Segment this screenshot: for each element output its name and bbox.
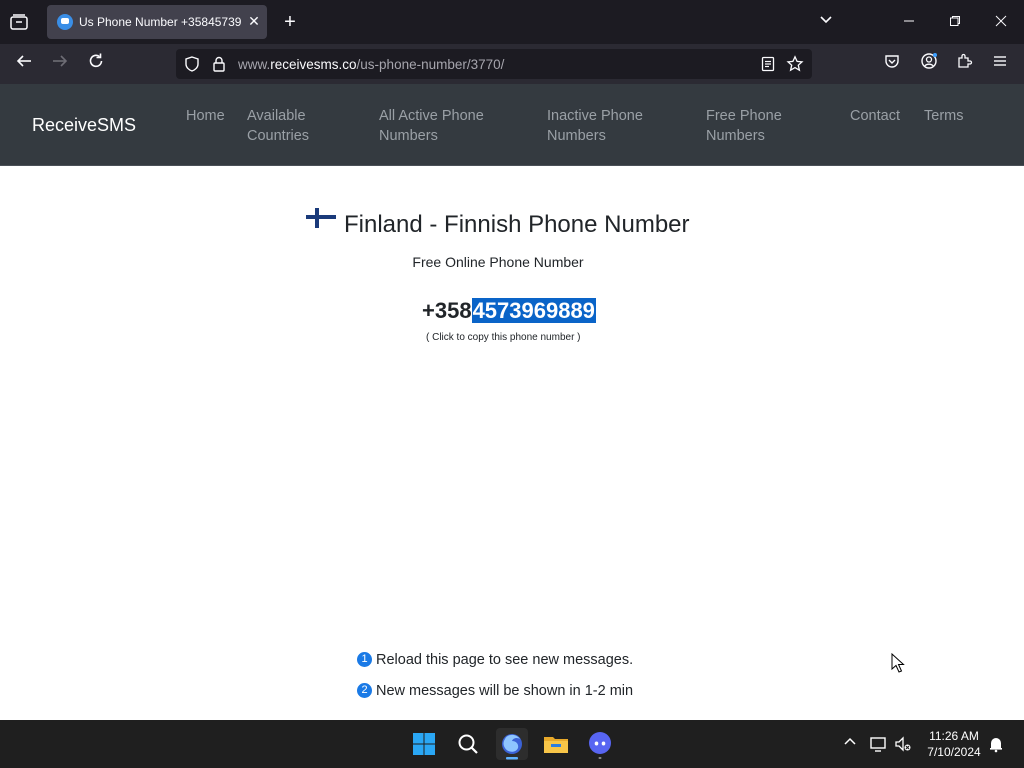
volume-muted-icon[interactable]	[893, 734, 913, 754]
browser-tab-active[interactable]: Us Phone Number +3584573969 ✕	[47, 5, 267, 39]
minimize-icon[interactable]	[897, 10, 921, 34]
bookmark-star-icon[interactable]	[786, 55, 804, 73]
notice-number-badge: 1	[357, 652, 372, 667]
nav-link-label: Countries	[247, 128, 310, 144]
pocket-icon[interactable]	[880, 52, 904, 76]
phone-number-selected: 4573969889	[471, 298, 596, 323]
tab-title: Us Phone Number +3584573969	[79, 15, 241, 29]
notice-text: New messages will be shown in 1-2 min	[376, 683, 634, 699]
notification-bell-icon[interactable]	[986, 734, 1006, 754]
windows-start-icon[interactable]	[408, 728, 440, 760]
discord-icon[interactable]	[584, 728, 616, 760]
extensions-icon[interactable]	[953, 52, 977, 76]
site-brand-link[interactable]: ReceiveSMS	[32, 115, 136, 136]
lock-icon[interactable]	[210, 55, 228, 73]
firefox-icon[interactable]	[496, 728, 528, 760]
phone-country-code: +358	[422, 298, 472, 323]
account-icon[interactable]	[917, 52, 941, 76]
browser-tab-strip: Us Phone Number +3584573969 ✕ +	[0, 0, 1024, 44]
tab-close-icon[interactable]: ✕	[245, 12, 263, 30]
url-path: /us-phone-number/3770/	[356, 57, 505, 72]
close-window-icon[interactable]	[989, 10, 1013, 34]
tab-list-icon[interactable]	[9, 12, 29, 32]
clock-date: 7/10/2024	[927, 745, 981, 759]
reload-icon[interactable]	[84, 52, 108, 76]
nav-link-label: Numbers	[706, 128, 765, 144]
tracking-protection-shield-icon[interactable]	[183, 55, 201, 73]
nav-link-label: Numbers	[547, 128, 606, 144]
notice-item: 2 New messages will be shown in 1-2 min	[357, 683, 633, 699]
nav-link-contact[interactable]: Contact	[850, 106, 900, 126]
nav-link-label: Home	[186, 108, 225, 124]
nav-link-label: Terms	[924, 108, 964, 124]
windows-taskbar: 11:26 AM 7/10/2024	[0, 720, 1024, 768]
nav-link-all-active-phone-numbers[interactable]: All Active Phone Numbers	[379, 106, 484, 146]
search-icon[interactable]	[452, 728, 484, 760]
nav-link-label: Available	[247, 108, 306, 124]
nav-link-terms[interactable]: Terms	[924, 106, 963, 126]
url-host: www.receivesms.co	[238, 57, 357, 72]
nav-link-inactive-phone-numbers[interactable]: Inactive Phone Numbers	[547, 106, 643, 146]
nav-link-label: Free Phone	[706, 108, 782, 124]
page-title: Finland - Finnish Phone Number	[344, 211, 690, 238]
back-arrow-icon[interactable]	[12, 52, 36, 76]
new-tab-button[interactable]: +	[279, 11, 301, 33]
mouse-cursor-icon	[891, 652, 905, 673]
nav-link-free-phone-numbers[interactable]: Free Phone Numbers	[706, 106, 782, 146]
nav-link-label: Numbers	[379, 128, 438, 144]
url-text: www.receivesms.co/us-phone-number/3770/	[238, 57, 504, 72]
clock-time: 11:26 AM	[929, 729, 979, 743]
address-bar[interactable]: www.receivesms.co/us-phone-number/3770/	[176, 49, 812, 79]
hamburger-menu-icon[interactable]	[988, 52, 1012, 76]
forward-arrow-icon[interactable]	[48, 52, 72, 76]
web-page: ReceiveSMS Home Available Countries All A…	[0, 84, 1024, 720]
tray-chevron-up-icon[interactable]	[840, 734, 860, 754]
nav-link-available-countries[interactable]: Available Countries	[247, 106, 309, 146]
taskbar-clock[interactable]: 11:26 AM 7/10/2024	[922, 728, 986, 760]
notice-number-badge: 2	[357, 683, 372, 698]
notice-text: Reload this page to see new messages.	[376, 652, 634, 668]
list-all-tabs-chevron-icon[interactable]	[814, 10, 838, 34]
browser-navigation-bar: www.receivesms.co/us-phone-number/3770/	[0, 44, 1024, 84]
reader-view-icon[interactable]	[759, 55, 777, 73]
restore-icon[interactable]	[943, 10, 967, 34]
nav-link-home[interactable]: Home	[186, 106, 225, 126]
copy-hint: ( Click to copy this phone number )	[426, 332, 581, 343]
network-icon[interactable]	[868, 734, 888, 754]
nav-link-label: Inactive Phone	[547, 108, 643, 124]
receivesms-favicon-icon	[57, 14, 73, 30]
phone-number[interactable]: +3584573969889	[422, 298, 596, 324]
finland-flag-icon	[306, 208, 336, 228]
page-subtitle: Free Online Phone Number	[412, 254, 584, 270]
site-navbar: ReceiveSMS Home Available Countries All A…	[0, 84, 1024, 166]
nav-link-label: All Active Phone	[379, 108, 484, 124]
file-explorer-icon[interactable]	[540, 728, 572, 760]
notice-item: 1 Reload this page to see new messages.	[357, 652, 633, 668]
nav-link-label: Contact	[850, 108, 900, 124]
